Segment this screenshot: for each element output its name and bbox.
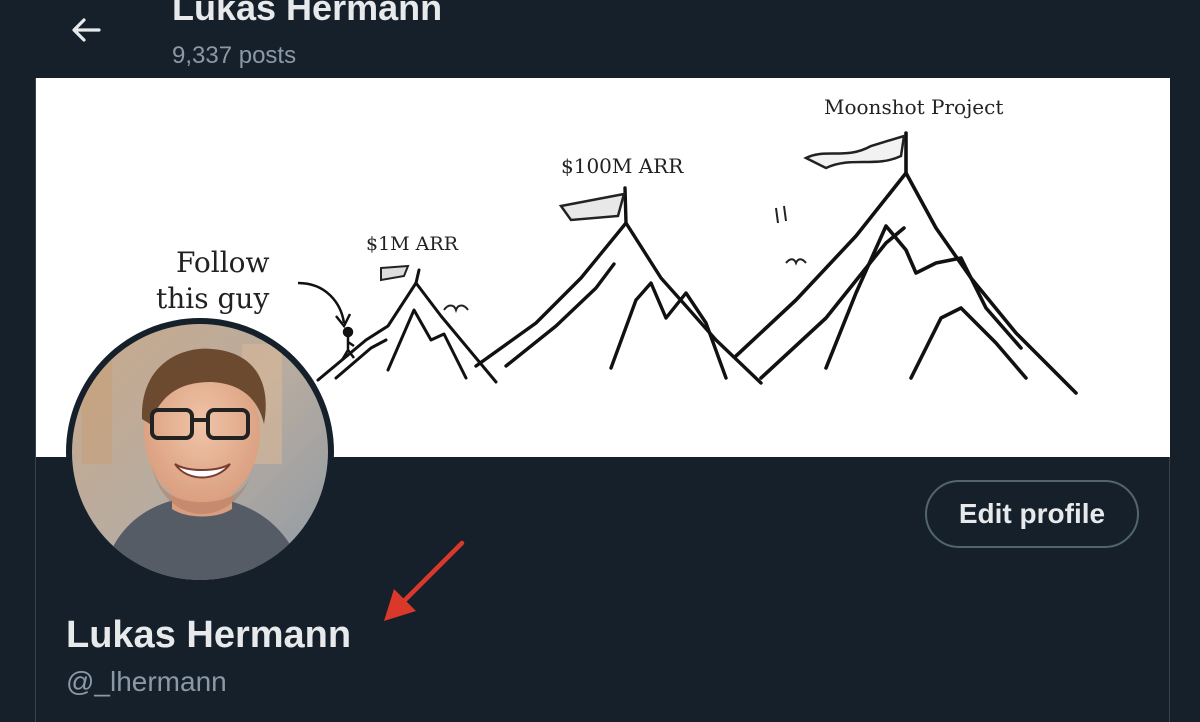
avatar-photo: [72, 324, 328, 580]
banner-label-follow-line1: Follow: [176, 246, 270, 279]
arrow-left-icon: [72, 18, 101, 42]
profile-handle: @_lhermann: [66, 666, 227, 697]
profile-page: Lukas Hermann 9,337 posts Moonshot Proje…: [0, 0, 1200, 722]
banner-label-1m: $1M ARR: [366, 233, 459, 255]
edit-profile-button[interactable]: Edit profile: [925, 480, 1139, 548]
header-display-name: Lukas Hermann: [172, 0, 443, 28]
back-button[interactable]: [62, 8, 110, 52]
profile-display-name: Lukas Hermann: [66, 614, 352, 656]
annotation-arrow-icon: [384, 540, 465, 621]
profile-avatar[interactable]: [66, 318, 334, 586]
flag-1m-icon: [380, 264, 410, 282]
banner-label-follow-line2: this guy: [156, 282, 269, 315]
header-posts-count: 9,337 posts: [172, 42, 297, 69]
banner-label-100m: $100M ARR: [561, 154, 684, 178]
banner-label-moonshot: Moonshot Project: [824, 95, 1003, 119]
flag-100m-icon: [558, 192, 626, 222]
flag-moonshot-icon: [803, 134, 906, 170]
profile-header-bar: Lukas Hermann 9,337 posts: [0, 0, 1200, 78]
